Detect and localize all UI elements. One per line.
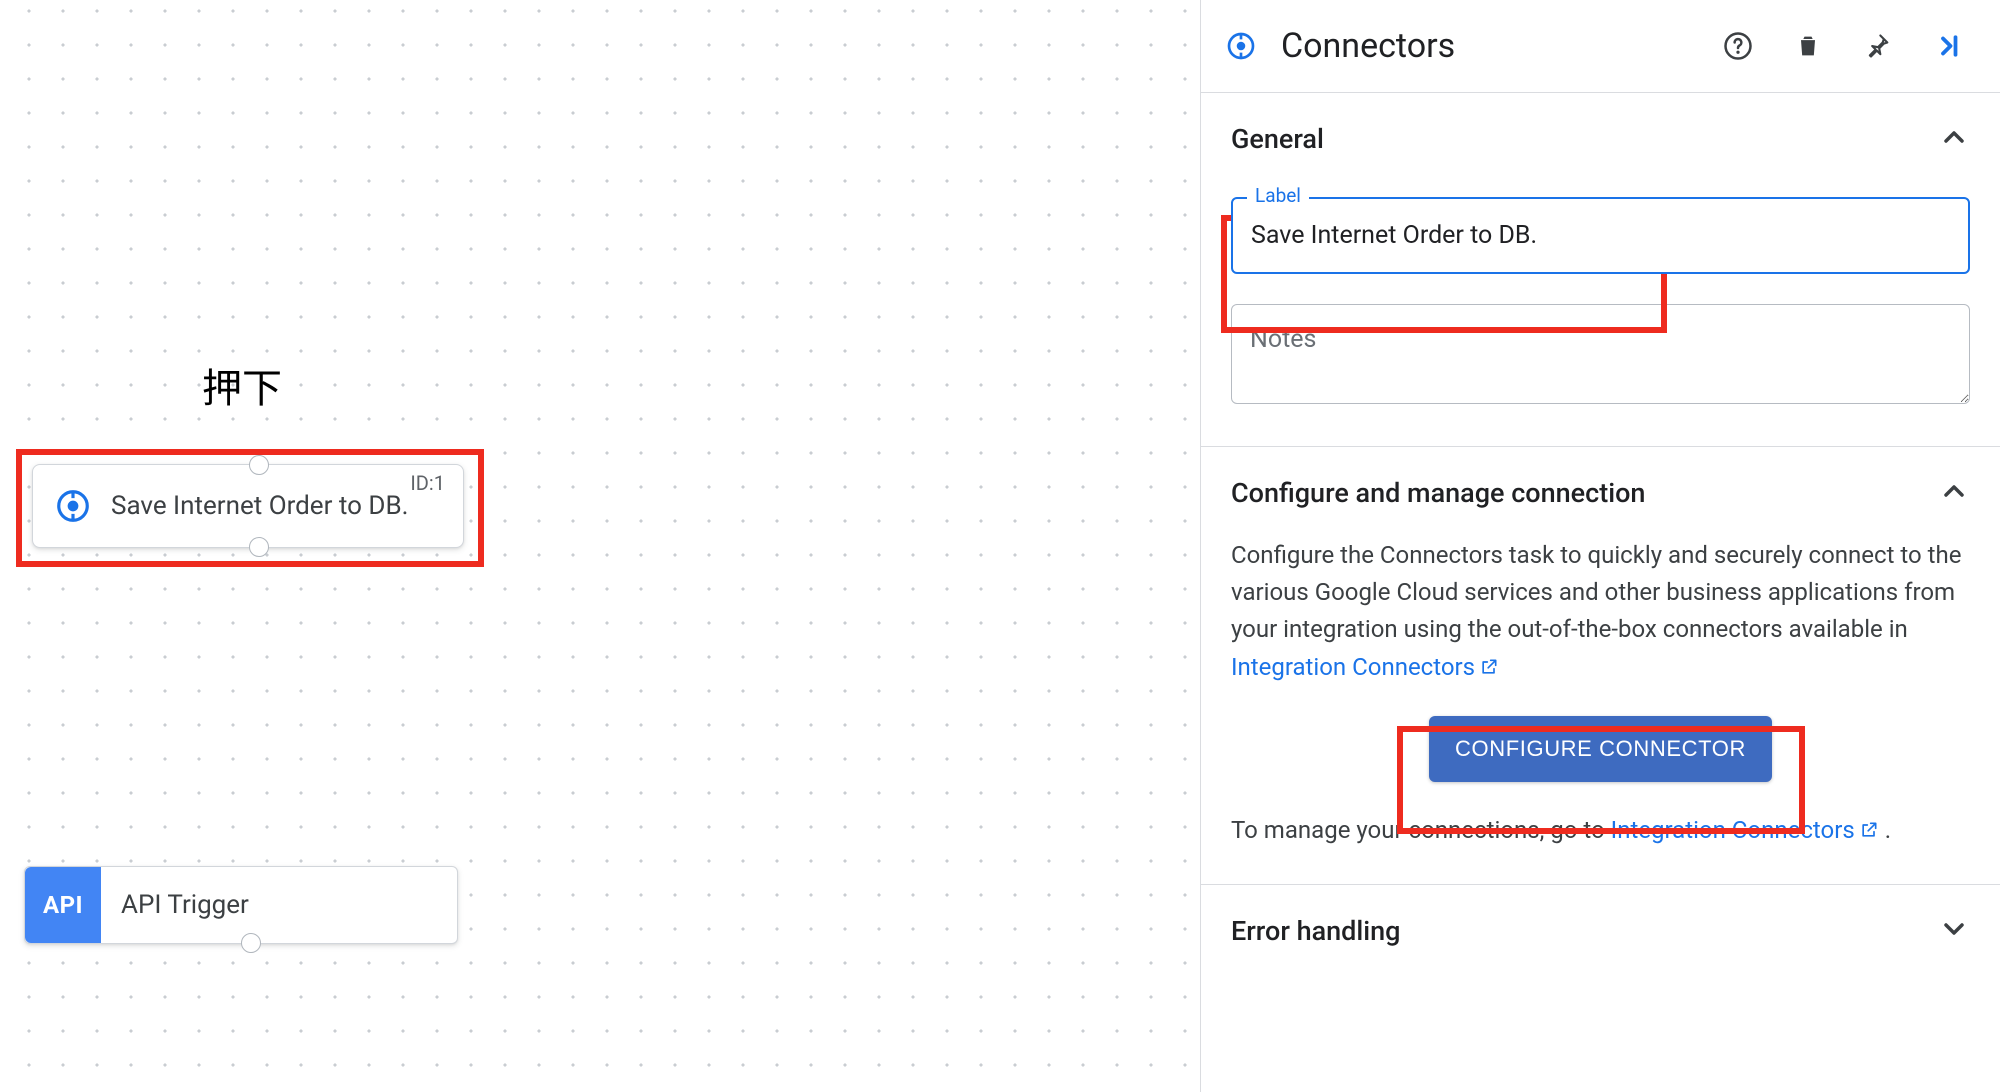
section-error-header[interactable]: Error handling	[1231, 913, 1970, 949]
chevron-up-icon	[1938, 121, 1970, 157]
connector-icon	[1223, 28, 1259, 64]
panel-header: Connectors	[1201, 0, 2000, 93]
node-port-bottom[interactable]	[249, 537, 269, 557]
label-field-wrap: Label	[1231, 197, 1970, 274]
annotation-label: 押下	[202, 356, 282, 414]
chevron-down-icon	[1938, 913, 1970, 949]
label-input[interactable]	[1231, 197, 1970, 274]
help-button[interactable]	[1714, 22, 1762, 70]
external-link-icon	[1479, 651, 1499, 688]
notes-textarea[interactable]	[1231, 304, 1970, 404]
side-panel: Connectors General	[1200, 0, 2000, 1092]
section-configure: Configure and manage connection Configur…	[1201, 447, 2000, 885]
delete-button[interactable]	[1784, 22, 1832, 70]
external-link-icon	[1859, 818, 1879, 846]
connector-node[interactable]: Save Internet Order to DB. ID:1	[32, 464, 464, 548]
flow-canvas[interactable]: 押下 Save Internet Order to DB. ID:1 API A…	[0, 0, 1200, 1092]
integration-connectors-link[interactable]: Integration Connectors	[1231, 653, 1499, 681]
connector-node-id: ID:1	[410, 471, 445, 495]
api-trigger-node[interactable]: API API Trigger	[24, 866, 458, 944]
chevron-up-icon	[1938, 475, 1970, 511]
manage-connectors-link[interactable]: Integration Connectors	[1611, 816, 1879, 844]
label-field-caption: Label	[1247, 184, 1309, 207]
node-port-bottom[interactable]	[241, 933, 261, 953]
section-configure-header[interactable]: Configure and manage connection	[1231, 475, 1970, 511]
section-error-title: Error handling	[1231, 915, 1400, 947]
section-general-header[interactable]: General	[1231, 121, 1970, 157]
pin-button[interactable]	[1854, 22, 1902, 70]
configure-connector-button[interactable]: CONFIGURE CONNECTOR	[1429, 716, 1772, 782]
manage-connections-text: To manage your connections, go to Integr…	[1231, 816, 1970, 846]
node-port-top[interactable]	[249, 455, 269, 475]
collapse-panel-button[interactable]	[1924, 22, 1972, 70]
api-trigger-title: API Trigger	[101, 890, 457, 920]
connector-icon	[53, 486, 93, 526]
section-error-handling: Error handling	[1201, 885, 2000, 979]
api-badge: API	[25, 867, 101, 943]
configure-description: Configure the Connectors task to quickly…	[1231, 537, 1970, 688]
panel-title: Connectors	[1281, 26, 1692, 66]
section-configure-title: Configure and manage connection	[1231, 477, 1645, 509]
section-general-title: General	[1231, 123, 1324, 155]
section-general: General Label	[1201, 93, 2000, 447]
panel-body: General Label Configure and	[1201, 93, 2000, 979]
app-root: 押下 Save Internet Order to DB. ID:1 API A…	[0, 0, 2000, 1092]
connector-node-title: Save Internet Order to DB.	[111, 491, 463, 521]
